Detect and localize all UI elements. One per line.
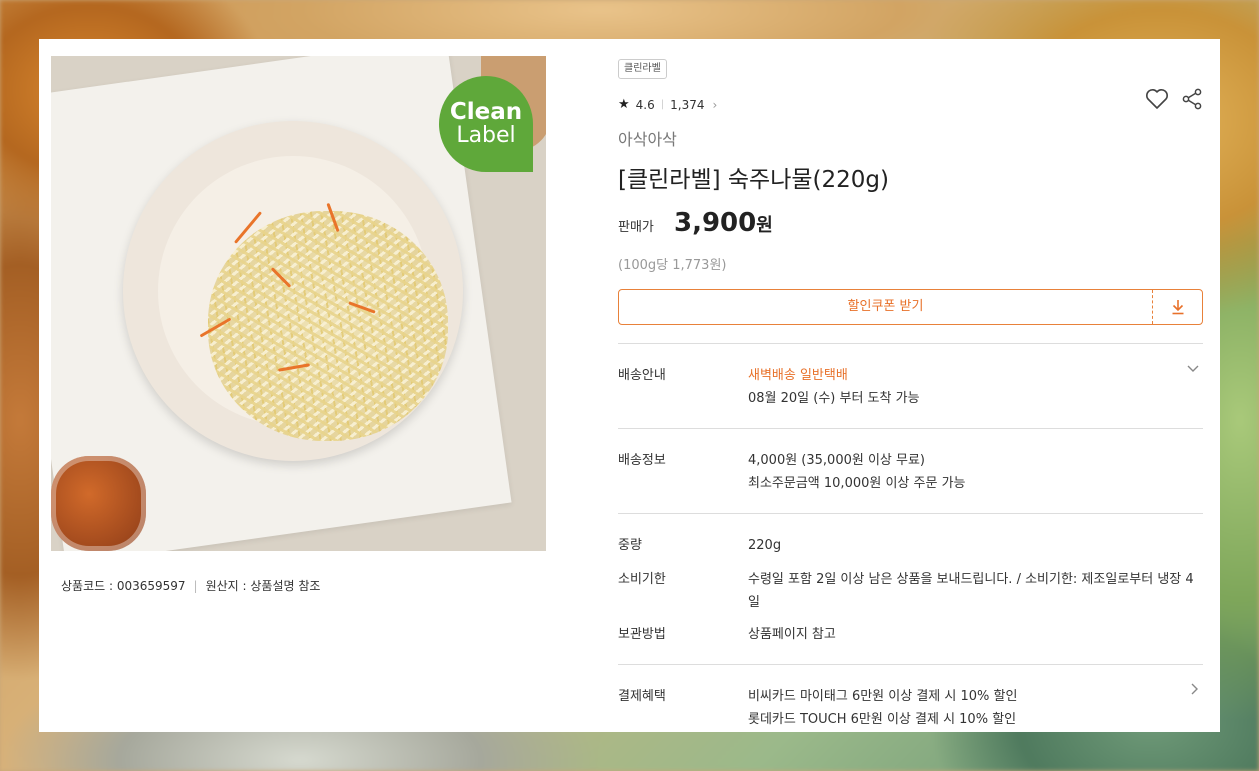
product-title: [클린라벨] 숙주나물(220g) [618, 167, 889, 193]
payment-benefit-2: 롯데카드 TOUCH 6만원 이상 결제 시 10% 할인 [748, 712, 1017, 727]
clean-label-tag: 클린라벨 [618, 59, 667, 79]
product-image: Clean Label [51, 56, 546, 551]
shipping-section: 배송정보 4,000원 (35,000원 이상 무료) 최소주문금액 10,00… [618, 428, 1203, 495]
price-label: 판매가 [618, 220, 654, 235]
minimum-order: 최소주문금액 10,000원 이상 주문 가능 [748, 476, 966, 491]
share-icon[interactable] [1181, 88, 1203, 110]
heart-icon[interactable] [1145, 88, 1169, 110]
delivery-eta: 08월 20일 (수) 부터 도착 가능 [748, 391, 920, 406]
price-row: 판매가 3,900 원 [618, 208, 1203, 238]
sauce-bowl [51, 456, 146, 551]
review-count: 1,374 [670, 97, 705, 112]
product-code: 상품코드 : 003659597 [61, 579, 186, 593]
product-actions [1145, 88, 1203, 110]
delivery-methods: 새벽배송 일반택배 [748, 368, 848, 383]
weight-value: 220g [748, 538, 782, 553]
details-section: 중량 220g 소비기한 수령일 포함 2일 이상 남은 상품을 보내드립니다.… [618, 513, 1203, 646]
clean-label-badge: Clean Label [439, 76, 533, 172]
product-codes: 상품코드 : 003659597 | 원산지 : 상품설명 참조 [61, 579, 321, 593]
plate [123, 121, 463, 461]
storage-label: 보관방법 [618, 627, 666, 642]
rating-value: 4.6 [635, 97, 655, 112]
product-card: Clean Label 상품코드 : 003659597 | 원산지 : 상품설명 … [39, 39, 1220, 732]
storage-value: 상품페이지 참고 [748, 627, 836, 642]
shipping-fee: 4,000원 (35,000원 이상 무료) [748, 453, 926, 468]
expiry-value: 수령일 포함 2일 이상 남은 상품을 보내드립니다. / 소비기한: 제조일로… [748, 572, 1194, 610]
chevron-right-icon: › [712, 97, 718, 112]
download-icon[interactable] [1152, 290, 1202, 324]
delivery-section: 배송안내 새벽배송 일반택배 08월 20일 (수) 부터 도착 가능 [618, 343, 1203, 410]
weight-label: 중량 [618, 538, 642, 553]
product-info: 클린라벨 ★ 4.6 | 1,374 › 아삭아삭 [클린라벨] 숙주나물(22… [618, 56, 1203, 731]
unit-price: (100g당 1,773원) [618, 258, 727, 273]
bean-sprouts [208, 211, 448, 441]
expiry-label: 소비기한 [618, 572, 666, 587]
payment-benefit-1: 비씨카드 마이태그 6만원 이상 결제 시 10% 할인 [748, 689, 1018, 704]
payment-label: 결제혜택 [618, 689, 666, 704]
delivery-label: 배송안내 [618, 368, 666, 383]
price-value: 3,900 [674, 208, 757, 238]
rating-summary[interactable]: ★ 4.6 | 1,374 › [618, 97, 1203, 112]
coupon-label: 할인쿠폰 받기 [847, 299, 924, 314]
shipping-label: 배송정보 [618, 453, 666, 468]
payment-section: 결제혜택 비씨카드 마이태그 6만원 이상 결제 시 10% 할인 롯데카드 T… [618, 664, 1203, 731]
chevron-right-icon[interactable] [1191, 683, 1199, 699]
price-unit: 원 [756, 215, 773, 236]
origin-info: 원산지 : 상품설명 참조 [205, 579, 321, 593]
star-icon: ★ [618, 97, 630, 112]
coupon-button[interactable]: 할인쿠폰 받기 [618, 289, 1203, 325]
brand-name[interactable]: 아삭아삭 [618, 126, 1203, 150]
chevron-down-icon[interactable] [1187, 362, 1199, 377]
